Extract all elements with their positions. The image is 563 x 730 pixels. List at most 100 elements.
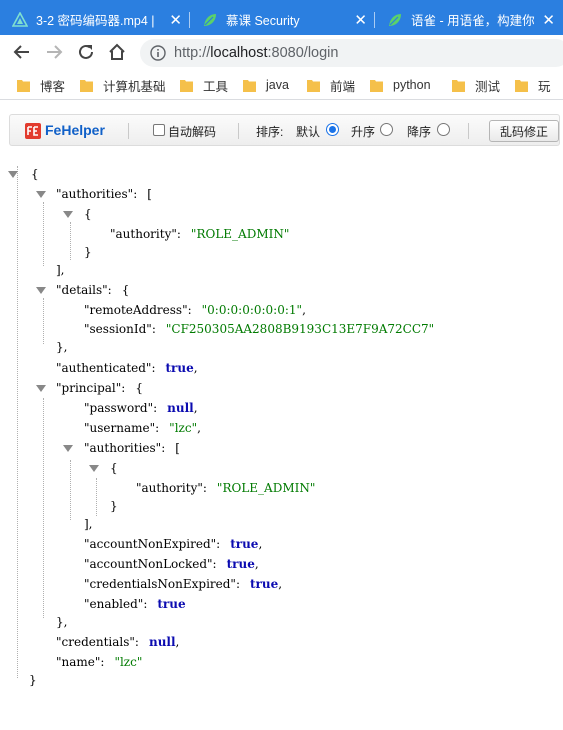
- bookmark-label: 测试: [475, 79, 501, 94]
- bookmark-folder[interactable]: 玩: [515, 76, 551, 94]
- json-punct: [: [175, 441, 180, 455]
- sort-desc-label[interactable]: 降序: [407, 123, 431, 140]
- fehelper-toolbar: FeHelper 自动解码 排序: 默认 升序 降序 乱码修正: [9, 114, 560, 146]
- json-line: "authority": "ROLE_ADMIN": [110, 226, 289, 242]
- info-icon[interactable]: [150, 45, 166, 61]
- json-punct: }: [29, 673, 37, 687]
- json-line: "authority": "ROLE_ADMIN": [136, 480, 315, 496]
- bookmark-folder[interactable]: python: [370, 76, 431, 94]
- bookmark-label: 博客: [40, 79, 66, 94]
- collapse-toggle[interactable]: [36, 287, 46, 294]
- sort-label: 排序:: [256, 125, 284, 139]
- bookmark-folder[interactable]: 博客: [17, 76, 65, 94]
- json-string: "0:0:0:0:0:0:0:1": [201, 303, 303, 317]
- close-icon[interactable]: ✕: [354, 11, 367, 29]
- json-punct: ,: [193, 401, 198, 415]
- url-scheme: http://: [174, 45, 211, 61]
- json-punct: ,: [278, 577, 283, 591]
- bookmark-folder[interactable]: 工具: [180, 76, 228, 94]
- arrow-left-icon: [13, 45, 29, 59]
- sort-default-label[interactable]: 默认: [296, 123, 320, 140]
- json-line: }: [29, 672, 37, 688]
- json-punct: }: [110, 499, 118, 513]
- json-punct: ,: [302, 303, 306, 317]
- arrow-right-icon: [47, 45, 63, 59]
- sort-default-radio[interactable]: [326, 123, 339, 136]
- json-line: "username": "lzc",: [84, 420, 201, 436]
- json-line: "accountNonExpired": true,: [84, 536, 262, 552]
- json-string: "ROLE_ADMIN": [190, 227, 290, 241]
- json-boolean: true: [230, 537, 259, 551]
- reload-button[interactable]: [76, 42, 96, 62]
- json-line: }: [84, 244, 92, 260]
- collapse-toggle[interactable]: [36, 385, 46, 392]
- json-line: ],: [56, 262, 65, 278]
- url-host: localhost: [210, 45, 268, 61]
- navigation-bar: http://localhost:8080/login: [0, 35, 563, 69]
- folder-icon: [243, 80, 256, 92]
- json-line: "sessionId": "CF250305AA2808B9193C13E7F9A…: [84, 321, 434, 337]
- sort-asc-label[interactable]: 升序: [351, 123, 375, 140]
- home-icon: [109, 43, 125, 60]
- bookmark-folder[interactable]: java: [243, 76, 289, 94]
- json-punct: [: [147, 187, 152, 201]
- address-bar[interactable]: http://localhost:8080/login: [140, 39, 563, 67]
- json-line: }: [110, 498, 118, 514]
- close-icon[interactable]: ✕: [169, 11, 182, 29]
- json-key: "credentialsNonExpired":: [84, 577, 240, 591]
- collapse-toggle[interactable]: [63, 211, 73, 218]
- back-button[interactable]: [12, 42, 32, 62]
- json-null: null: [167, 401, 194, 415]
- json-key: "username":: [84, 421, 160, 435]
- auto-decode-label[interactable]: 自动解码: [168, 123, 216, 140]
- fix-encoding-button[interactable]: 乱码修正: [489, 120, 559, 142]
- forward-button[interactable]: [44, 42, 64, 62]
- home-button[interactable]: [107, 42, 127, 62]
- json-key: "accountNonLocked":: [84, 557, 217, 571]
- reload-icon: [79, 44, 93, 59]
- json-punct: ,: [254, 557, 259, 571]
- leaf-icon: [389, 13, 401, 26]
- collapse-toggle[interactable]: [63, 445, 73, 452]
- bookmark-folder[interactable]: 测试: [452, 76, 500, 94]
- json-punct: {: [84, 207, 92, 221]
- bookmark-label: 前端: [330, 79, 356, 94]
- indent-guide: [43, 398, 44, 618]
- json-line: "authorities": [: [56, 186, 152, 202]
- json-line: "password": null,: [84, 400, 198, 416]
- fehelper-logo-icon: [25, 123, 41, 139]
- tab-video[interactable]: 3-2 密码编码器.mp4 | ✕: [0, 4, 190, 35]
- json-line: "authenticated": true,: [56, 360, 198, 376]
- url-path: :8080/login: [267, 45, 339, 61]
- tab-yuque[interactable]: 语雀 - 用语雀，构建你 ✕: [375, 4, 563, 35]
- indent-guide: [43, 202, 44, 266]
- sort-desc-radio[interactable]: [437, 123, 450, 136]
- json-key: "authenticated":: [56, 361, 156, 375]
- json-viewer: { "authorities": [ { "authority": "ROLE_AD…: [0, 150, 563, 710]
- folder-icon: [370, 80, 383, 92]
- bookmark-label: python: [393, 78, 431, 92]
- tab-title: 3-2 密码编码器.mp4 |: [36, 14, 155, 28]
- folder-icon: [80, 80, 93, 92]
- tab-security[interactable]: 慕课 Security ✕: [190, 4, 375, 35]
- json-key: "authority":: [136, 481, 207, 495]
- indent-guide: [70, 460, 71, 520]
- json-boolean: true: [165, 361, 194, 375]
- tab-strip: 3-2 密码编码器.mp4 | ✕ 慕课 Security ✕ 语雀 - 用语雀…: [0, 0, 563, 35]
- json-punct: {: [31, 167, 39, 181]
- sort-asc-radio[interactable]: [380, 123, 393, 136]
- json-string: "CF250305AA2808B9193C13E7F9A72CC7": [165, 322, 435, 336]
- bookmark-label: 计算机基础: [103, 79, 166, 94]
- json-punct: ,: [197, 421, 201, 435]
- json-line: "authorities": [: [84, 440, 180, 456]
- tab-title: 慕课 Security: [226, 14, 300, 28]
- auto-decode-checkbox[interactable]: [153, 124, 165, 136]
- bookmark-folder[interactable]: 前端: [307, 76, 355, 94]
- collapse-toggle[interactable]: [36, 191, 46, 198]
- indent-guide: [96, 478, 97, 516]
- collapse-toggle[interactable]: [8, 171, 18, 178]
- bookmark-folder[interactable]: 计算机基础: [80, 76, 166, 94]
- json-line: {: [110, 460, 118, 476]
- close-icon[interactable]: ✕: [542, 11, 555, 29]
- collapse-toggle[interactable]: [89, 465, 99, 472]
